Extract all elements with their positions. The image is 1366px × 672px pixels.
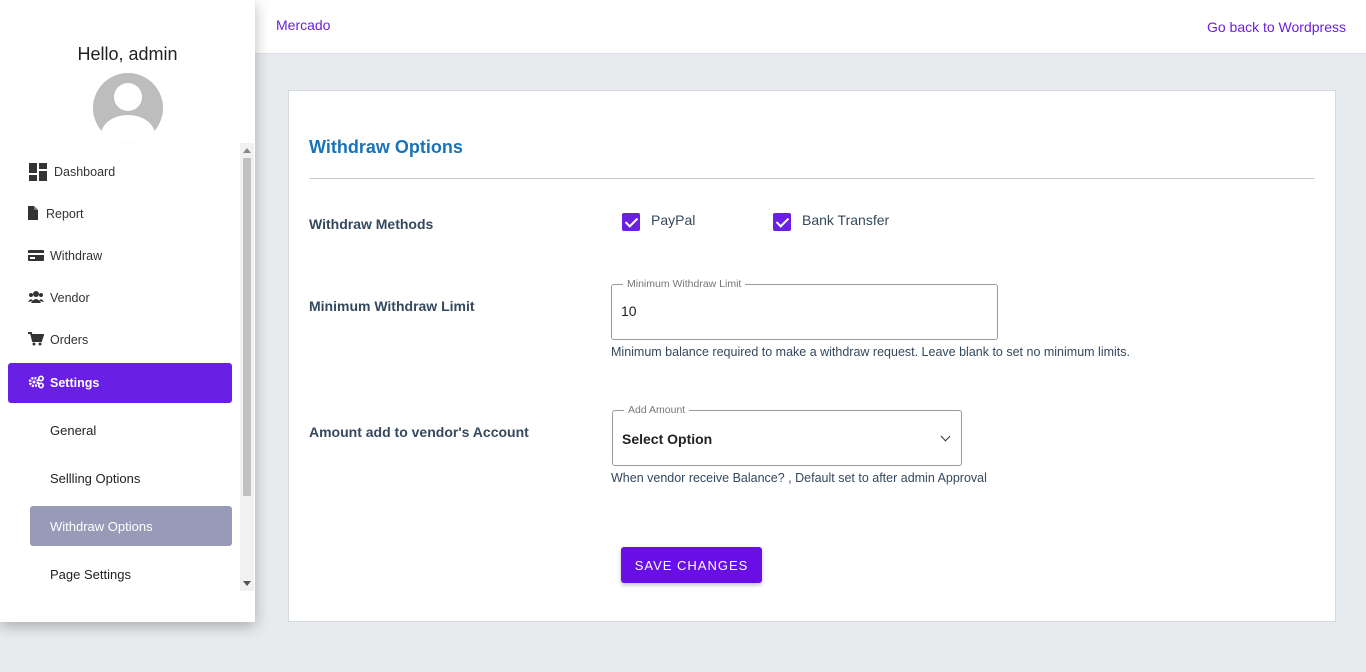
sidebar-subitem-general[interactable]: General <box>30 410 232 450</box>
minimum-withdraw-limit-input[interactable] <box>621 303 981 319</box>
sidebar-item-orders[interactable]: Orders <box>8 320 232 360</box>
sidebar-item-settings[interactable]: Settings <box>8 363 232 403</box>
page-title: Withdraw Options <box>309 137 463 157</box>
add-amount-selected-value: Select Option <box>622 431 713 447</box>
sidebar-item-withdraw[interactable]: Withdraw <box>8 236 232 276</box>
sidebar-item-label: Settings <box>50 376 100 390</box>
minimum-withdraw-limit-legend: Minimum Withdraw Limit <box>623 278 746 290</box>
sidebar-subitem-withdraw-options[interactable]: Withdraw Options <box>30 506 232 546</box>
sidebar-nav: Dashboard Report Withdraw Vendor Orders <box>0 151 240 591</box>
dashboard-icon <box>28 162 48 182</box>
cart-icon <box>28 332 45 348</box>
sidebar-subitem-label: Page Settings <box>50 566 131 582</box>
add-amount-select[interactable]: Add Amount Select Option <box>612 404 962 466</box>
sidebar-subitem-label: Sellling Options <box>50 470 141 486</box>
sidebar: Hello, admin Dashboard Report Withdraw V… <box>0 0 255 622</box>
file-icon <box>28 206 40 222</box>
sidebar-subitem-selling-options[interactable]: Sellling Options <box>30 458 232 498</box>
bank-transfer-label: Bank Transfer <box>802 212 890 228</box>
vendor-account-label: Amount add to vendor's Account <box>309 424 529 440</box>
sidebar-item-label: Withdraw <box>50 249 103 263</box>
sidebar-item-label: Report <box>46 207 84 221</box>
save-changes-button[interactable]: SAVE CHANGES <box>621 547 762 583</box>
sidebar-scrollbar[interactable] <box>240 143 254 591</box>
sidebar-item-report[interactable]: Report <box>8 194 232 234</box>
sidebar-item-label: Vendor <box>50 291 90 305</box>
greeting: Hello, admin <box>77 44 178 64</box>
minimum-withdraw-limit-helper: Minimum balance required to make a withd… <box>611 345 1130 359</box>
sidebar-subitem-page-settings[interactable]: Page Settings <box>30 554 232 591</box>
paypal-label: PayPal <box>651 212 696 228</box>
chevron-down-icon <box>940 431 951 442</box>
sidebar-subitem-label: Withdraw Options <box>50 518 153 534</box>
sidebar-item-label: Dashboard <box>54 165 116 179</box>
card-icon <box>28 248 44 264</box>
withdraw-methods-label: Withdraw Methods <box>309 216 434 232</box>
go-back-wordpress-link[interactable]: Go back to Wordpress <box>1207 19 1346 35</box>
scrollbar-thumb[interactable] <box>243 158 251 496</box>
users-icon <box>28 290 44 306</box>
avatar <box>93 73 163 143</box>
sidebar-item-vendor[interactable]: Vendor <box>8 278 232 318</box>
sidebar-item-dashboard[interactable]: Dashboard <box>8 152 232 192</box>
minimum-withdraw-limit-field: Minimum Withdraw Limit <box>611 278 998 340</box>
scroll-up-arrow-icon[interactable] <box>243 148 251 153</box>
paypal-checkbox[interactable] <box>622 213 640 231</box>
avatar-body <box>101 115 155 143</box>
sidebar-item-label: Orders <box>50 333 89 347</box>
add-amount-legend: Add Amount <box>624 404 690 416</box>
title-divider <box>309 178 1315 179</box>
brand-link[interactable]: Mercado <box>276 17 330 33</box>
bank-transfer-checkbox[interactable] <box>773 213 791 231</box>
avatar-head <box>114 83 142 111</box>
sidebar-subitem-label: General <box>50 422 97 438</box>
withdraw-options-card: Withdraw Options Withdraw Methods PayPal… <box>288 90 1336 622</box>
add-amount-helper: When vendor receive Balance? , Default s… <box>611 471 987 485</box>
gears-icon <box>28 375 45 391</box>
scroll-down-arrow-icon[interactable] <box>243 581 251 586</box>
minimum-withdraw-limit-label: Minimum Withdraw Limit <box>309 298 475 314</box>
